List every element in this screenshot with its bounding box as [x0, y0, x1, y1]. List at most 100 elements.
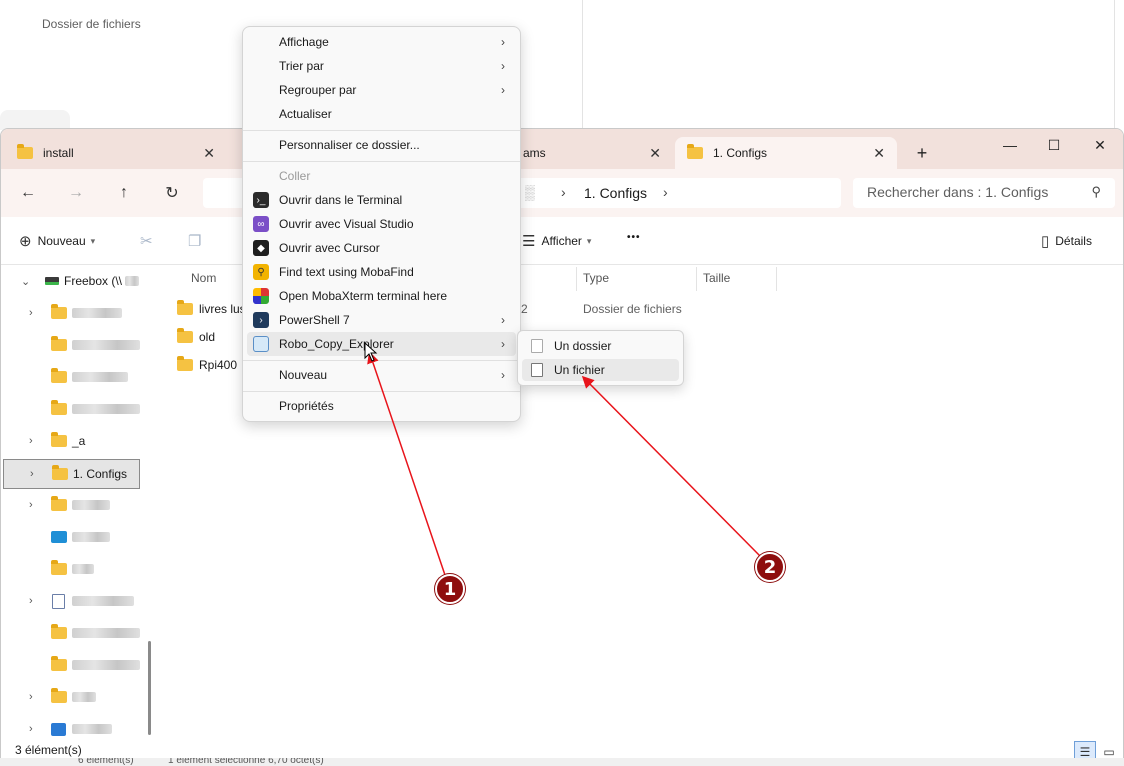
tree-item[interactable]: ›: [1, 683, 156, 711]
tree-item[interactable]: [1, 363, 156, 391]
close-icon[interactable]: ✕: [873, 145, 885, 162]
column-header-size[interactable]: Taille: [703, 271, 730, 285]
tab-ams[interactable]: ams ✕: [501, 137, 673, 169]
menu-item-mobaxterm[interactable]: Open MobaXterm terminal here: [243, 284, 520, 308]
menu-item-visual-studio[interactable]: ∞ Ouvrir avec Visual Studio: [243, 212, 520, 236]
chevron-right-icon[interactable]: ›: [29, 691, 33, 703]
file-row[interactable]: Rpi400: [177, 354, 237, 376]
menu-label: Nouveau: [279, 368, 328, 382]
tree-item[interactable]: [1, 331, 156, 359]
chevron-right-icon[interactable]: ›: [561, 184, 566, 200]
close-window-button[interactable]: ✕: [1077, 129, 1123, 161]
tree-item[interactable]: ›: [1, 491, 156, 519]
folder-icon: [51, 656, 67, 671]
chevron-right-icon: ›: [501, 337, 505, 351]
tab-install[interactable]: install ✕: [5, 137, 227, 169]
file-name: old: [199, 330, 216, 344]
document-icon: [52, 593, 65, 609]
more-options-button[interactable]: •••: [627, 232, 641, 243]
tree-item-a[interactable]: › _a: [1, 427, 156, 455]
copy-icon[interactable]: ❐: [188, 232, 207, 250]
tree-item[interactable]: [1, 651, 156, 679]
menu-item-robocopy[interactable]: Robo_Copy_Explorer ›: [247, 332, 516, 356]
menu-item-regrouper[interactable]: Regrouper par ›: [243, 78, 520, 102]
file-date: 2: [521, 302, 528, 316]
breadcrumb-1-configs[interactable]: 1. Configs: [584, 185, 647, 201]
minimize-button[interactable]: —: [987, 129, 1033, 161]
back-arrow-icon[interactable]: ←: [16, 181, 40, 205]
search-input[interactable]: Rechercher dans : 1. Configs ⚲: [853, 178, 1115, 208]
column-divider[interactable]: [696, 267, 697, 291]
divider: [582, 0, 583, 130]
tree-item[interactable]: ›: [1, 587, 156, 615]
copy-folder-icon: [531, 339, 543, 353]
chevron-down-icon: ▾: [586, 235, 592, 246]
folder-icon: [177, 300, 193, 315]
chevron-down-icon[interactable]: ⌄: [21, 275, 30, 288]
close-icon[interactable]: ✕: [649, 145, 661, 162]
tree-item[interactable]: [1, 523, 156, 551]
tree-item-freebox[interactable]: ⌄ Freebox (\\: [1, 267, 156, 295]
new-tab-button[interactable]: +: [899, 137, 945, 169]
menu-item-powershell[interactable]: › PowerShell 7 ›: [243, 308, 520, 332]
tree-item[interactable]: ›: [1, 715, 156, 743]
file-type: Dossier de fichiers: [583, 302, 682, 316]
menu-item-cursor[interactable]: ◆ Ouvrir avec Cursor: [243, 236, 520, 260]
chevron-right-icon[interactable]: ›: [29, 307, 33, 319]
menu-item-proprietes[interactable]: Propriétés: [243, 394, 520, 418]
cut-icon[interactable]: ✂: [140, 232, 159, 250]
submenu-label: Un fichier: [554, 363, 605, 377]
tree-item[interactable]: [1, 619, 156, 647]
tree-item[interactable]: [1, 395, 156, 423]
tree-item[interactable]: [1, 555, 156, 583]
folder-icon: [177, 356, 193, 371]
robocopy-icon: [253, 336, 269, 352]
folder-icon: [687, 144, 703, 159]
column-divider[interactable]: [576, 267, 577, 291]
blurred-text: [72, 596, 134, 606]
column-header-type[interactable]: Type: [583, 271, 609, 285]
blurred-text: [125, 276, 139, 286]
column-header-name[interactable]: Nom: [191, 271, 216, 285]
submenu-item-fichier[interactable]: Un fichier: [522, 359, 679, 381]
menu-item-actualiser[interactable]: Actualiser: [243, 102, 520, 126]
refresh-icon[interactable]: ↻: [160, 181, 184, 205]
navigation-pane: ⌄ Freebox (\\ › › _a › 1. Configs › › › …: [1, 265, 156, 741]
menu-item-trier[interactable]: Trier par ›: [243, 54, 520, 78]
folder-icon: [51, 688, 67, 703]
powershell-icon: ›: [253, 312, 269, 328]
menu-item-nouveau[interactable]: Nouveau ›: [243, 363, 520, 387]
chevron-right-icon[interactable]: ›: [663, 184, 668, 200]
menu-label: Robo_Copy_Explorer: [279, 337, 394, 351]
chevron-right-icon[interactable]: ›: [29, 435, 33, 447]
folder-icon: [51, 624, 67, 639]
blurred-text: [72, 372, 128, 382]
tree-item-1-configs[interactable]: › 1. Configs: [3, 459, 140, 489]
view-button[interactable]: ☰ Afficher ▾: [522, 232, 591, 250]
tab-label: ams: [523, 146, 546, 160]
up-arrow-icon[interactable]: ↑: [112, 181, 136, 205]
tree-item[interactable]: ›: [1, 299, 156, 327]
new-button[interactable]: ⊕ Nouveau ▾: [19, 232, 95, 250]
details-button[interactable]: ▯ Détails: [1041, 232, 1092, 250]
maximize-button[interactable]: ☐: [1031, 129, 1077, 161]
chevron-right-icon[interactable]: ›: [30, 468, 34, 480]
annotation-badge-1: 1: [435, 574, 465, 604]
column-divider[interactable]: [776, 267, 777, 291]
chevron-right-icon[interactable]: ›: [29, 595, 33, 607]
scrollbar[interactable]: [148, 641, 151, 735]
chevron-right-icon[interactable]: ›: [29, 723, 33, 735]
forward-arrow-icon[interactable]: →: [64, 181, 88, 205]
file-row[interactable]: livres lus: [177, 298, 246, 320]
tab-1-configs[interactable]: 1. Configs ✕: [675, 137, 897, 169]
menu-item-affichage[interactable]: Affichage ›: [243, 30, 520, 54]
file-row[interactable]: old: [177, 326, 215, 348]
menu-item-mobafind[interactable]: ⚲ Find text using MobaFind: [243, 260, 520, 284]
chevron-right-icon[interactable]: ›: [29, 499, 33, 511]
blurred-text: [72, 340, 140, 350]
close-icon[interactable]: ✕: [203, 145, 215, 162]
menu-item-personnaliser[interactable]: Personnaliser ce dossier...: [243, 133, 520, 157]
submenu-item-dossier[interactable]: Un dossier: [522, 335, 679, 357]
menu-label: Regrouper par: [279, 83, 357, 97]
menu-item-terminal[interactable]: ›_ Ouvrir dans le Terminal: [243, 188, 520, 212]
